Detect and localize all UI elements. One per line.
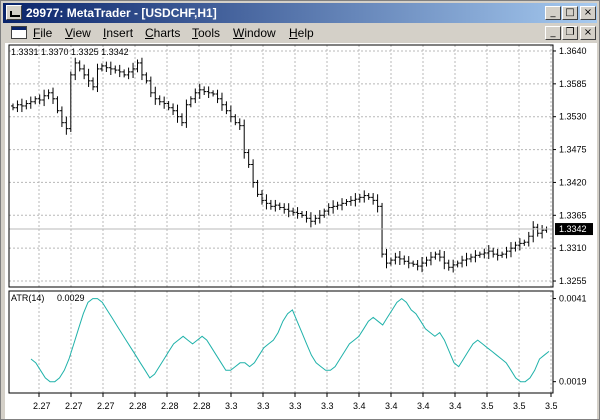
menu-window[interactable]: Window — [233, 25, 276, 41]
price-tick-label: 1.3530 — [559, 112, 587, 122]
minimize-icon: _ — [550, 7, 556, 18]
app-window: 29977: MetaTrader - [USDCHF,H1] _ □ × Fi… — [0, 0, 600, 420]
time-tick-label: 3.3 — [321, 401, 334, 411]
doc-close-button[interactable]: × — [580, 26, 596, 40]
title-bar[interactable]: 29977: MetaTrader - [USDCHF,H1] _ □ × — [3, 3, 597, 23]
time-tick-label: 3.3 — [289, 401, 302, 411]
chart-area[interactable]: 1.3342 1.3640 1.3585 1.3530 1.3475 1.3420 1.3… — [5, 43, 597, 419]
atr-label: ATR(14) — [11, 293, 44, 303]
atr-tick-label: 0.0019 — [559, 377, 587, 387]
menu-tools[interactable]: Tools — [192, 25, 220, 41]
metatrader-app-icon[interactable] — [6, 5, 22, 20]
time-tick-label: 2.27 — [97, 401, 115, 411]
doc-restore-button[interactable]: ❐ — [562, 26, 578, 40]
menu-view[interactable]: View — [65, 25, 91, 41]
price-tick-label: 1.3255 — [559, 276, 587, 286]
price-tick-label: 1.3310 — [559, 243, 587, 253]
price-tick-label: 1.3585 — [559, 79, 587, 89]
doc-minimize-button[interactable]: _ — [545, 26, 561, 40]
time-tick-label: 3.4 — [449, 401, 462, 411]
time-tick-label: 2.28 — [161, 401, 179, 411]
time-tick-label: 3.3 — [225, 401, 238, 411]
time-tick-label: 2.27 — [65, 401, 83, 411]
menu-bar: File View Insert Charts Tools Window Hel… — [3, 23, 597, 43]
time-tick-label: 3.5 — [481, 401, 494, 411]
maximize-button[interactable]: □ — [562, 6, 578, 20]
time-tick-label: 2.28 — [129, 401, 147, 411]
chart-background — [5, 43, 597, 419]
price-tick-label: 1.3365 — [559, 210, 587, 220]
close-icon: × — [583, 7, 593, 18]
time-tick-label: 2.28 — [193, 401, 211, 411]
menu-insert[interactable]: Insert — [103, 25, 133, 41]
time-tick-label: 3.5 — [545, 401, 558, 411]
maximize-icon: □ — [565, 7, 575, 18]
ohlc-info: 1.3331 1.3370 1.3325 1.3342 — [11, 47, 129, 57]
time-tick-label: 3.4 — [353, 401, 366, 411]
time-tick-label: 3.3 — [257, 401, 270, 411]
chart-window-icon[interactable] — [11, 26, 27, 39]
time-tick-label: 3.4 — [385, 401, 398, 411]
minimize-button[interactable]: _ — [545, 6, 561, 20]
menu-help[interactable]: Help — [289, 25, 314, 41]
price-tick-label: 1.3475 — [559, 145, 587, 155]
atr-tick-label: 0.0041 — [559, 294, 587, 304]
time-tick-label: 2.27 — [33, 401, 51, 411]
price-tick-label: 1.3420 — [559, 177, 587, 187]
window-title: 29977: MetaTrader - [USDCHF,H1] — [26, 6, 217, 20]
price-tick-label: 1.3640 — [559, 46, 587, 56]
atr-value: 0.0029 — [57, 293, 85, 303]
time-tick-label: 3.5 — [513, 401, 526, 411]
menu-charts[interactable]: Charts — [145, 25, 180, 41]
current-price-label: 1.3342 — [559, 224, 587, 234]
menu-file[interactable]: File — [33, 25, 52, 41]
minimize-icon: _ — [550, 27, 556, 38]
close-button[interactable]: × — [580, 6, 596, 20]
close-icon: × — [583, 27, 593, 38]
time-tick-label: 3.4 — [417, 401, 430, 411]
restore-icon: ❐ — [565, 27, 575, 38]
